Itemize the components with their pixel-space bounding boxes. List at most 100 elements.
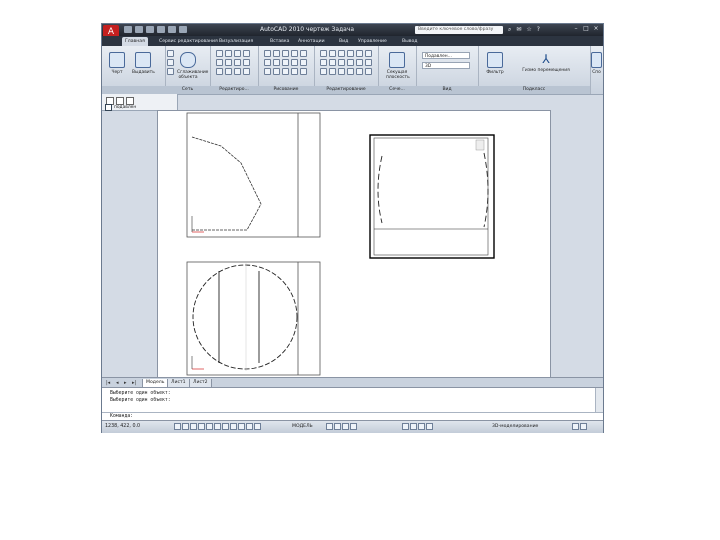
imprint-icon[interactable] [216,68,223,75]
model-space-toggle[interactable]: МОДЕЛЬ [292,424,313,429]
ducs-icon[interactable] [230,423,237,430]
break-icon[interactable] [347,68,354,75]
section-plane-button[interactable]: Секущая плоскость [386,52,410,80]
visual-style-dropdown[interactable]: Подавлен... [422,52,470,59]
mesh-tool-icon[interactable] [167,68,174,75]
viewport-side-active[interactable] [369,134,495,259]
nav-prev-icon[interactable]: ◂ [116,380,119,386]
check-icon[interactable] [243,68,250,75]
rotate-icon[interactable] [338,50,345,57]
ellipse-icon[interactable] [273,59,280,66]
tab-annotate[interactable]: Аннотации [298,38,325,45]
osnap-icon[interactable] [206,423,213,430]
maximize-icon[interactable]: □ [582,25,590,33]
showmotion-icon[interactable] [350,423,357,430]
stretch-icon[interactable] [365,50,372,57]
lengthen-icon[interactable] [365,68,372,75]
save-icon[interactable] [146,26,154,33]
zoom-icon[interactable] [334,423,341,430]
close-icon[interactable]: × [592,25,600,33]
star-icon[interactable]: ☆ [526,26,531,34]
rectangle-icon[interactable] [300,50,307,57]
workspace-switch[interactable]: 3D-моделирование [492,424,538,429]
smooth-object-button[interactable]: Сглаживание объекта [177,52,208,80]
tab-view[interactable]: Вид [339,38,348,45]
mesh-tool-icon[interactable] [167,59,174,66]
tab-insert[interactable]: Вставка [270,38,289,45]
tab-home[interactable]: Главная [122,37,148,46]
undo-icon[interactable] [157,26,165,33]
array-icon[interactable] [356,59,363,66]
autoscale-icon[interactable] [418,423,425,430]
nav-next-icon[interactable]: ▸ [124,380,127,386]
new-icon[interactable] [124,26,132,33]
fillet-icon[interactable] [338,59,345,66]
hatch-icon[interactable] [282,59,289,66]
point-icon[interactable] [273,68,280,75]
otrack-icon[interactable] [222,423,229,430]
move-gizmo-button[interactable]: ⅄ Гизмо перемещения [520,52,572,73]
viewport-top[interactable] [186,261,321,376]
offset-tool-icon[interactable] [338,68,345,75]
circle-icon[interactable] [282,50,289,57]
helix-icon[interactable] [264,68,271,75]
dyn-icon[interactable] [238,423,245,430]
table-icon[interactable] [291,68,298,75]
align-icon[interactable] [329,68,336,75]
join-icon[interactable] [356,68,363,75]
tab-manage[interactable]: Управление [358,38,387,45]
extrude-face-icon[interactable] [216,59,223,66]
lineweight-icon[interactable] [246,423,253,430]
viewcube-icon[interactable] [475,139,485,151]
tab-solid-editing[interactable]: Сервис редактирования [159,38,218,45]
mirror-icon[interactable] [347,50,354,57]
open-icon[interactable] [135,26,143,33]
pan-icon[interactable] [326,423,333,430]
tab-output[interactable]: Вывод [402,38,417,45]
snap-icon[interactable] [174,423,181,430]
region-icon[interactable] [291,59,298,66]
annotation-scale-icon[interactable] [402,423,409,430]
extend-icon[interactable] [329,59,336,66]
lock-icon[interactable] [426,423,433,430]
mesh-tool-icon[interactable] [167,50,174,57]
arc-icon[interactable] [291,50,298,57]
extrude-button[interactable]: Выдавить [132,52,155,75]
nav-first-icon[interactable]: |◂ [106,380,110,386]
qp-icon[interactable] [254,423,261,430]
steering-wheel-icon[interactable] [342,423,349,430]
union-icon[interactable] [216,50,223,57]
ortho-icon[interactable] [190,423,197,430]
spline-icon[interactable] [264,59,271,66]
offset-icon[interactable] [234,68,241,75]
polar-icon[interactable] [198,423,205,430]
3d-osnap-icon[interactable] [214,423,221,430]
coordinates-readout[interactable]: 1238, 422, 0.0 [105,424,140,429]
tab-render[interactable]: Визуализация [219,38,253,45]
block-icon[interactable] [300,68,307,75]
separate-icon[interactable] [243,59,250,66]
search-input[interactable]: Введите ключевое слово/фразу [415,26,503,34]
explode-icon[interactable] [365,59,372,66]
scale-icon[interactable] [356,50,363,57]
plot-icon[interactable] [179,26,187,33]
communication-icon[interactable]: ✉ [516,26,521,34]
erase-icon[interactable] [320,68,327,75]
trim-icon[interactable] [320,59,327,66]
shell-icon[interactable] [234,59,241,66]
binoculars-icon[interactable]: ⌕ [508,26,511,34]
intersect-icon[interactable] [234,50,241,57]
redo-icon[interactable] [168,26,176,33]
fillet-edge-icon[interactable] [225,59,232,66]
line-icon[interactable] [264,50,271,57]
slice-icon[interactable] [243,50,250,57]
taper-icon[interactable] [225,68,232,75]
text-icon[interactable] [282,68,289,75]
clean-screen-icon[interactable] [580,423,587,430]
toolbar-lock-icon[interactable] [572,423,579,430]
suppress-checkbox[interactable] [105,104,112,111]
suppress-checkbox-row[interactable]: подавлен [105,104,136,111]
drawing-canvas[interactable] [157,110,551,379]
command-scrollbar[interactable] [595,388,603,413]
subtract-icon[interactable] [225,50,232,57]
